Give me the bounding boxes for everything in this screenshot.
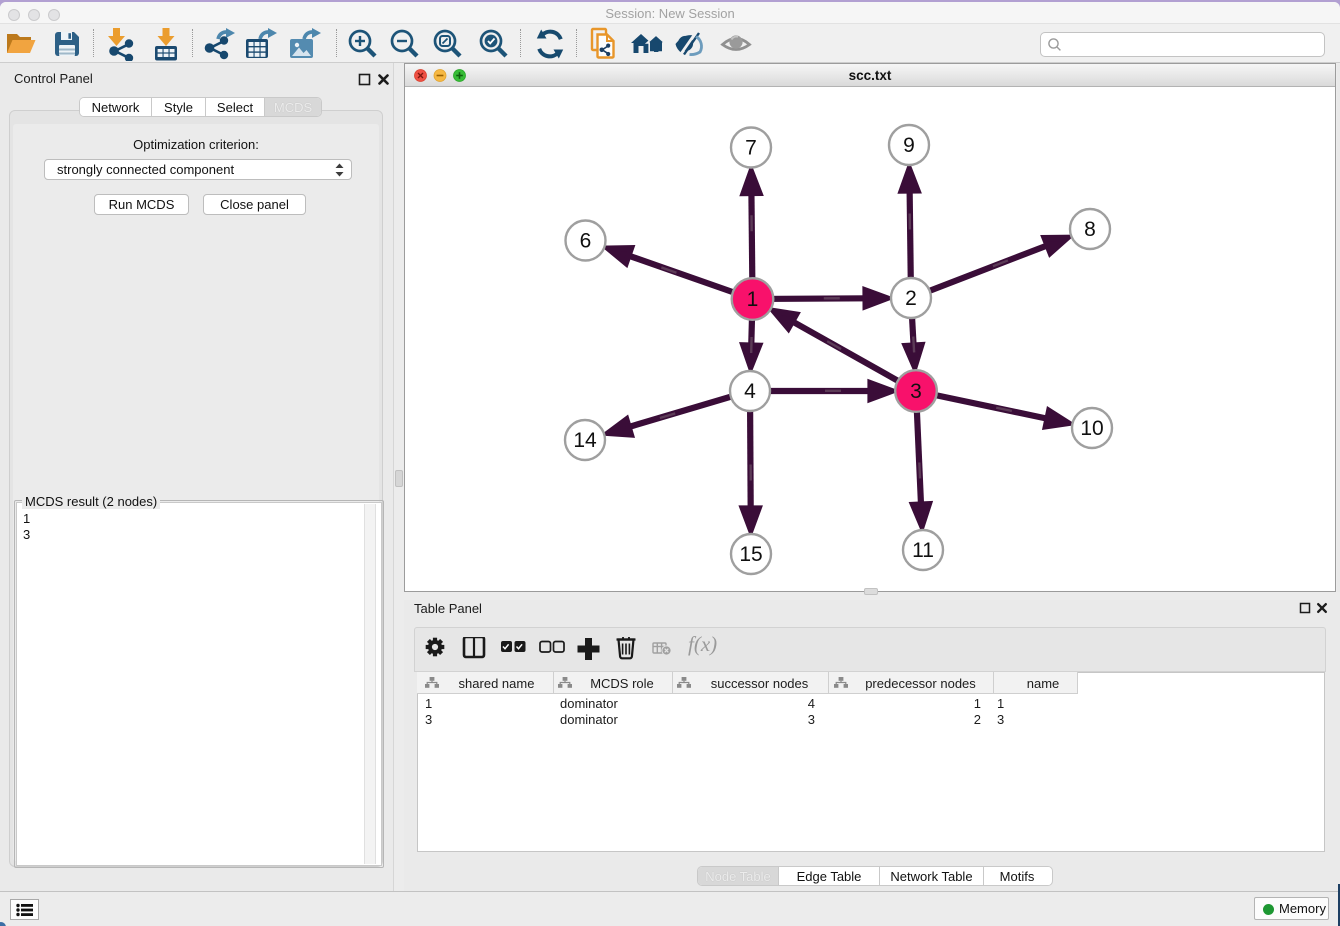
svg-text:14: 14 — [573, 429, 597, 452]
svg-text:2: 2 — [905, 287, 917, 310]
svg-text:11: 11 — [912, 539, 934, 562]
svg-text:15: 15 — [739, 543, 762, 566]
svg-text:7: 7 — [745, 137, 757, 160]
svg-text:3: 3 — [910, 380, 922, 403]
svg-text:9: 9 — [903, 134, 915, 157]
svg-text:1: 1 — [747, 288, 759, 311]
svg-text:4: 4 — [744, 380, 756, 403]
svg-text:10: 10 — [1080, 417, 1103, 440]
svg-text:8: 8 — [1084, 218, 1096, 241]
svg-text:6: 6 — [580, 230, 592, 253]
